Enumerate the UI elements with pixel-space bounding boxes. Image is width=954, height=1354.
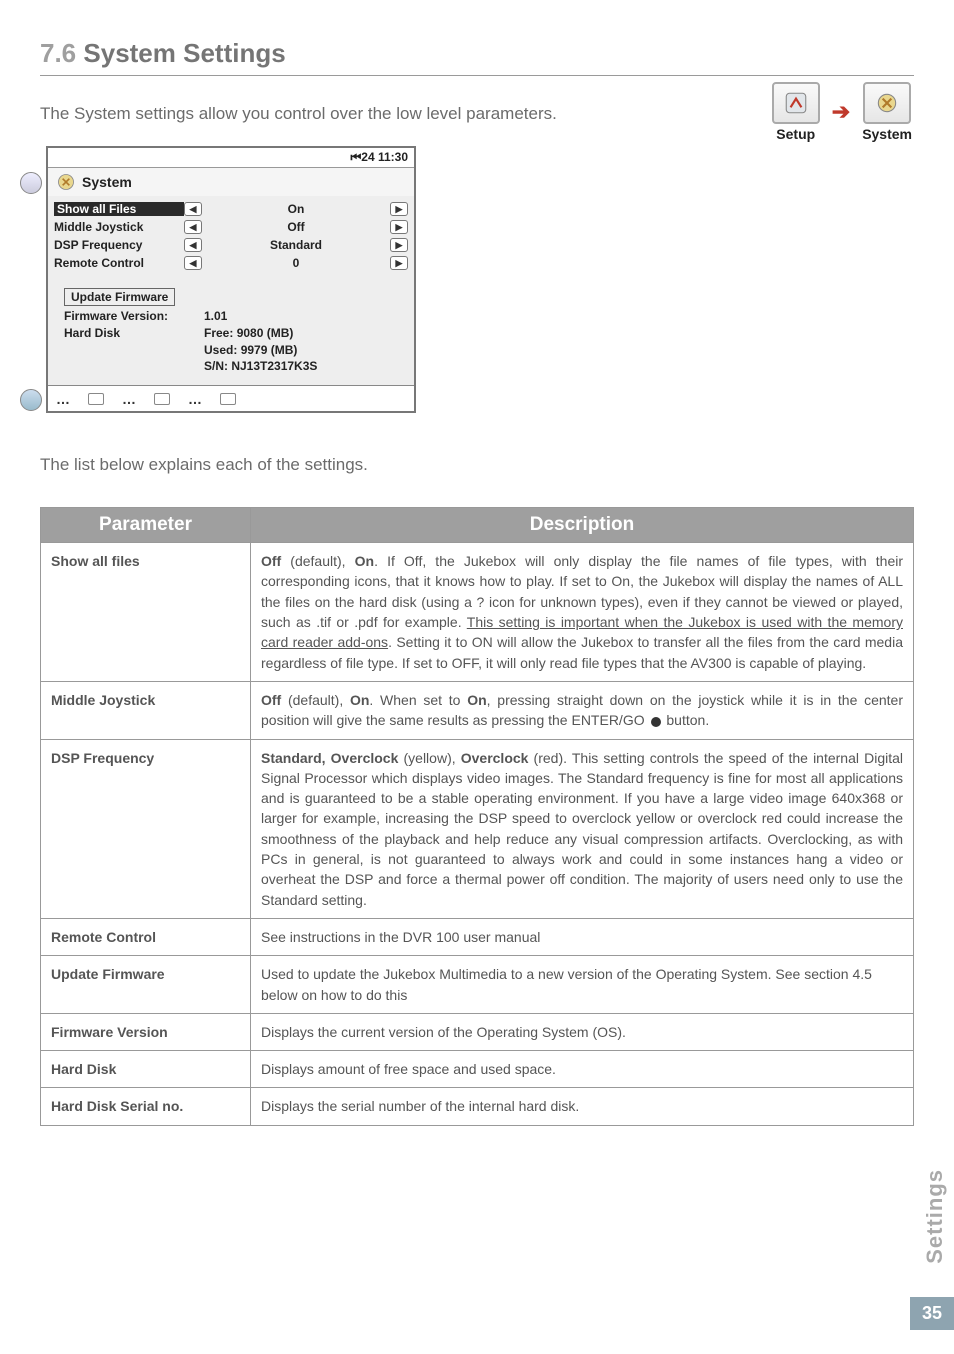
device-setting-row: Show all Files ◀ On ▶ bbox=[54, 200, 408, 218]
table-row: Firmware Version Displays the current ve… bbox=[41, 1013, 914, 1050]
parameter-description: Displays the current version of the Oper… bbox=[251, 1013, 914, 1050]
harddisk-used-line: Used: 9979 (MB) bbox=[64, 342, 408, 359]
device-header: System bbox=[48, 168, 414, 196]
parameter-name: DSP Frequency bbox=[41, 739, 251, 918]
left-arrow-icon: ◀ bbox=[184, 256, 202, 270]
table-row: Update Firmware Used to update the Jukeb… bbox=[41, 956, 914, 1014]
parameter-description: Displays amount of free space and used s… bbox=[251, 1051, 914, 1088]
device-row-value: Off bbox=[202, 220, 390, 234]
system-label: System bbox=[862, 126, 912, 142]
table-row: Hard Disk Serial no. Displays the serial… bbox=[41, 1088, 914, 1125]
parameter-name: Middle Joystick bbox=[41, 681, 251, 739]
device-row-label: Middle Joystick bbox=[54, 220, 184, 234]
parameter-name: Show all files bbox=[41, 543, 251, 682]
page-number: 35 bbox=[910, 1297, 954, 1330]
nav-icons: Setup ➔ System bbox=[772, 82, 912, 142]
device-setting-row: Remote Control ◀ 0 ▶ bbox=[54, 254, 408, 272]
footer-icon bbox=[88, 393, 104, 405]
parameters-table: Parameter Description Show all files Off… bbox=[40, 507, 914, 1126]
footer-icon bbox=[220, 393, 236, 405]
arrow-right-icon: ➔ bbox=[832, 99, 850, 125]
parameter-name: Remote Control bbox=[41, 918, 251, 955]
system-header-icon bbox=[56, 172, 76, 192]
system-icon bbox=[863, 82, 911, 124]
parameter-name: Firmware Version bbox=[41, 1013, 251, 1050]
footer-icon bbox=[154, 393, 170, 405]
enter-go-dot-icon bbox=[651, 717, 661, 727]
device-setting-row: Middle Joystick ◀ Off ▶ bbox=[54, 218, 408, 236]
device-side-home-icon bbox=[20, 389, 42, 411]
parameter-description: Off (default), On. If Off, the Jukebox w… bbox=[251, 543, 914, 682]
footer-dots-icon: … bbox=[56, 391, 70, 407]
right-arrow-icon: ▶ bbox=[390, 202, 408, 216]
status-time: 24 11:30 bbox=[361, 150, 408, 164]
left-arrow-icon: ◀ bbox=[184, 202, 202, 216]
setup-label: Setup bbox=[776, 126, 815, 142]
section-title-text: System Settings bbox=[83, 38, 285, 68]
device-row-value: Standard bbox=[202, 238, 390, 252]
table-row: Middle Joystick Off (default), On. When … bbox=[41, 681, 914, 739]
parameter-name: Hard Disk bbox=[41, 1051, 251, 1088]
right-arrow-icon: ▶ bbox=[390, 256, 408, 270]
table-row: Hard Disk Displays amount of free space … bbox=[41, 1051, 914, 1088]
device-row-label: DSP Frequency bbox=[54, 238, 184, 252]
parameter-name: Update Firmware bbox=[41, 956, 251, 1014]
right-arrow-icon: ▶ bbox=[390, 220, 408, 234]
table-row: Remote Control See instructions in the D… bbox=[41, 918, 914, 955]
parameter-description: Displays the serial number of the intern… bbox=[251, 1088, 914, 1125]
device-row-label: Remote Control bbox=[54, 256, 184, 270]
table-header-parameter: Parameter bbox=[41, 508, 251, 543]
footer-dots-icon: … bbox=[122, 391, 136, 407]
status-prefix-icon: ⏮ bbox=[350, 150, 361, 164]
update-firmware-box: Update Firmware bbox=[64, 288, 175, 306]
device-row-value: 0 bbox=[202, 256, 390, 270]
harddisk-free-line: Hard DiskFree: 9080 (MB) bbox=[64, 325, 408, 342]
table-row: Show all files Off (default), On. If Off… bbox=[41, 543, 914, 682]
harddisk-sn-line: S/N: NJ13T2317K3S bbox=[64, 358, 408, 375]
left-arrow-icon: ◀ bbox=[184, 238, 202, 252]
section-heading: 7.6 System Settings bbox=[40, 38, 914, 69]
device-footer: … … … bbox=[48, 385, 414, 411]
right-arrow-icon: ▶ bbox=[390, 238, 408, 252]
side-tab-label: Settings bbox=[922, 1169, 948, 1264]
device-side-tool-icon bbox=[20, 172, 42, 194]
firmware-version-line: Firmware Version:1.01 bbox=[64, 308, 408, 325]
intro-paragraph: The System settings allow you control ov… bbox=[40, 104, 700, 124]
device-row-value: On bbox=[202, 202, 390, 216]
device-setting-row: DSP Frequency ◀ Standard ▶ bbox=[54, 236, 408, 254]
explain-paragraph: The list below explains each of the sett… bbox=[40, 455, 914, 475]
setup-icon bbox=[772, 82, 820, 124]
parameter-description: Off (default), On. When set to On, press… bbox=[251, 681, 914, 739]
left-arrow-icon: ◀ bbox=[184, 220, 202, 234]
heading-rule bbox=[40, 75, 914, 76]
parameter-description: See instructions in the DVR 100 user man… bbox=[251, 918, 914, 955]
device-row-label: Show all Files bbox=[54, 202, 184, 216]
section-number: 7.6 bbox=[40, 38, 76, 68]
table-row: DSP Frequency Standard, Overclock (yello… bbox=[41, 739, 914, 918]
device-title: System bbox=[82, 174, 132, 190]
table-header-description: Description bbox=[251, 508, 914, 543]
parameter-description: Used to update the Jukebox Multimedia to… bbox=[251, 956, 914, 1014]
device-screenshot: ⏮24 11:30 System Show all Files ◀ On ▶ M… bbox=[46, 146, 416, 413]
device-status-bar: ⏮24 11:30 bbox=[48, 148, 414, 168]
parameter-name: Hard Disk Serial no. bbox=[41, 1088, 251, 1125]
parameter-description: Standard, Overclock (yellow), Overclock … bbox=[251, 739, 914, 918]
footer-dots-icon: … bbox=[188, 391, 202, 407]
